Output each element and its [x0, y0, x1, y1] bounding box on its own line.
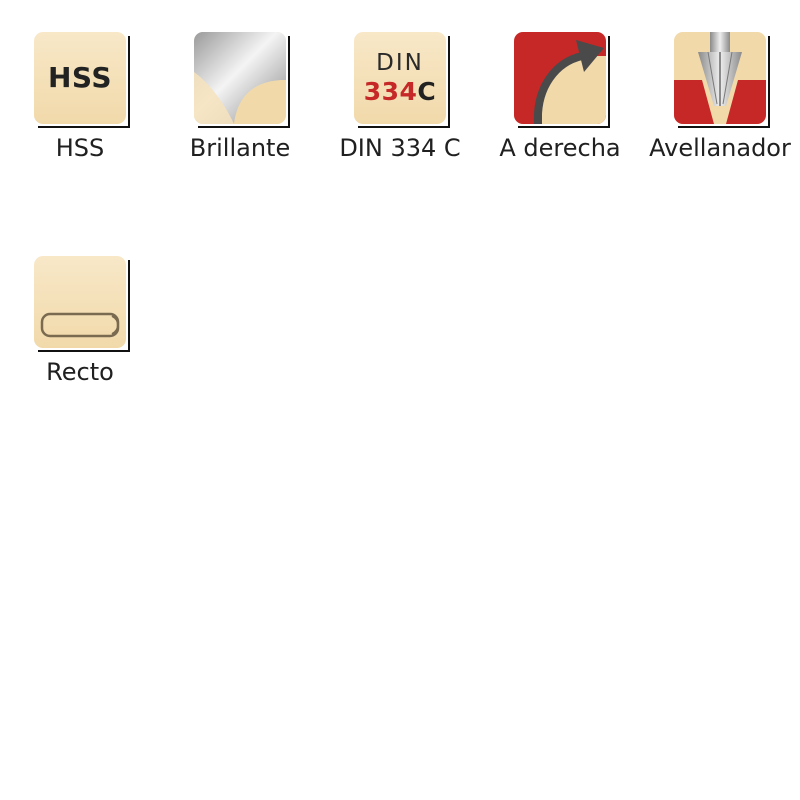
feature-brillante: Brillante	[160, 32, 320, 162]
feature-tile-brillante	[194, 32, 290, 128]
din-icon-number: 334	[363, 77, 418, 106]
feature-label-a-derecha: A derecha	[499, 134, 621, 162]
hss-icon-text: HSS	[47, 61, 112, 94]
din-icon-text: DIN	[376, 50, 424, 76]
hss-icon: HSS	[34, 32, 126, 124]
feature-hss: HSS HSS	[0, 32, 160, 162]
straight-shank-icon	[34, 256, 126, 348]
feature-label-brillante: Brillante	[189, 134, 291, 162]
feature-tile-avellanador	[674, 32, 770, 128]
din-standard-icon: DIN 334C	[354, 32, 446, 124]
countersink-icon	[674, 32, 766, 124]
feature-label-avellanador: Avellanador	[649, 134, 791, 162]
din-icon-letter: C	[417, 77, 437, 106]
feature-din-334-c: DIN 334C DIN 334 C	[320, 32, 480, 162]
feature-label-din: DIN 334 C	[339, 134, 461, 162]
din-icon-number-line: 334C	[354, 77, 446, 106]
feature-tile-din: DIN 334C	[354, 32, 450, 128]
feature-a-derecha: A derecha	[480, 32, 640, 162]
feature-avellanador: Avellanador	[640, 32, 800, 162]
feature-tile-a-derecha	[514, 32, 610, 128]
feature-tile-hss: HSS	[34, 32, 130, 128]
feature-label-hss: HSS	[55, 134, 105, 162]
right-hand-rotation-icon	[514, 32, 606, 124]
bright-finish-icon	[194, 32, 286, 124]
feature-tile-recto	[34, 256, 130, 352]
feature-recto: Recto	[0, 256, 160, 386]
feature-label-recto: Recto	[46, 358, 114, 386]
